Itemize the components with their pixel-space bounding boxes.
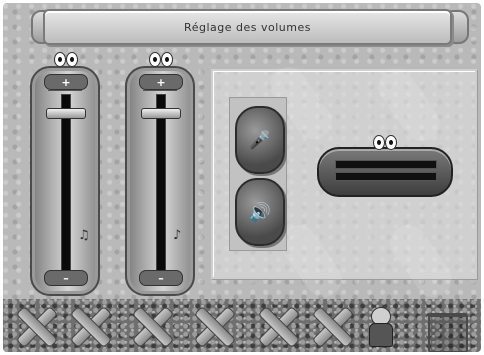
cross-icon[interactable]	[311, 305, 353, 347]
volume-slider-1[interactable]: + ♫ –	[30, 52, 100, 296]
footer-bar	[3, 299, 481, 352]
cross-icon[interactable]	[15, 305, 57, 347]
volume-up-button[interactable]: +	[139, 74, 183, 90]
stand-icon[interactable]	[428, 313, 468, 352]
microphone-button[interactable]: 🎤	[235, 106, 285, 174]
title-banner: Réglage des volumes	[43, 9, 452, 45]
tick	[48, 90, 82, 91]
voice-panel: 🎤 🔊	[211, 59, 477, 305]
volume-down-button[interactable]: –	[139, 270, 183, 286]
level-meter	[317, 135, 453, 197]
cross-icon[interactable]	[193, 305, 235, 347]
character-icon[interactable]	[365, 307, 395, 347]
speaker-button[interactable]: 🔊	[235, 178, 285, 246]
slider-track[interactable]	[61, 94, 71, 278]
ghost-decoration	[383, 217, 459, 305]
cross-icon[interactable]	[131, 305, 173, 347]
button-column: 🎤 🔊	[229, 97, 287, 251]
slider-knob[interactable]	[46, 107, 86, 119]
page-title: Réglage des volumes	[184, 20, 311, 34]
eyes-icon	[54, 52, 78, 67]
meter-bar-bottom	[335, 172, 437, 181]
cross-icon[interactable]	[69, 305, 111, 347]
speaker-icon: 🔊	[248, 201, 272, 223]
eyes-icon	[149, 52, 173, 67]
volume-slider-2[interactable]: + ♪ –	[125, 52, 195, 296]
volume-down-button[interactable]: –	[44, 270, 88, 286]
slider-track[interactable]	[156, 94, 166, 278]
microphone-icon: 🎤	[248, 129, 272, 151]
game-screen: Réglage des volumes + ♫ – + ♪ – 🎤 🔊	[3, 3, 481, 352]
music-note-icon: ♪	[173, 228, 182, 243]
cross-icon[interactable]	[257, 305, 299, 347]
meter-bar-top	[335, 160, 437, 169]
music-note-icon: ♫	[78, 228, 90, 243]
volume-up-button[interactable]: +	[44, 74, 88, 90]
slider-knob[interactable]	[141, 107, 181, 119]
eyes-icon	[373, 135, 397, 150]
tick	[143, 90, 177, 91]
